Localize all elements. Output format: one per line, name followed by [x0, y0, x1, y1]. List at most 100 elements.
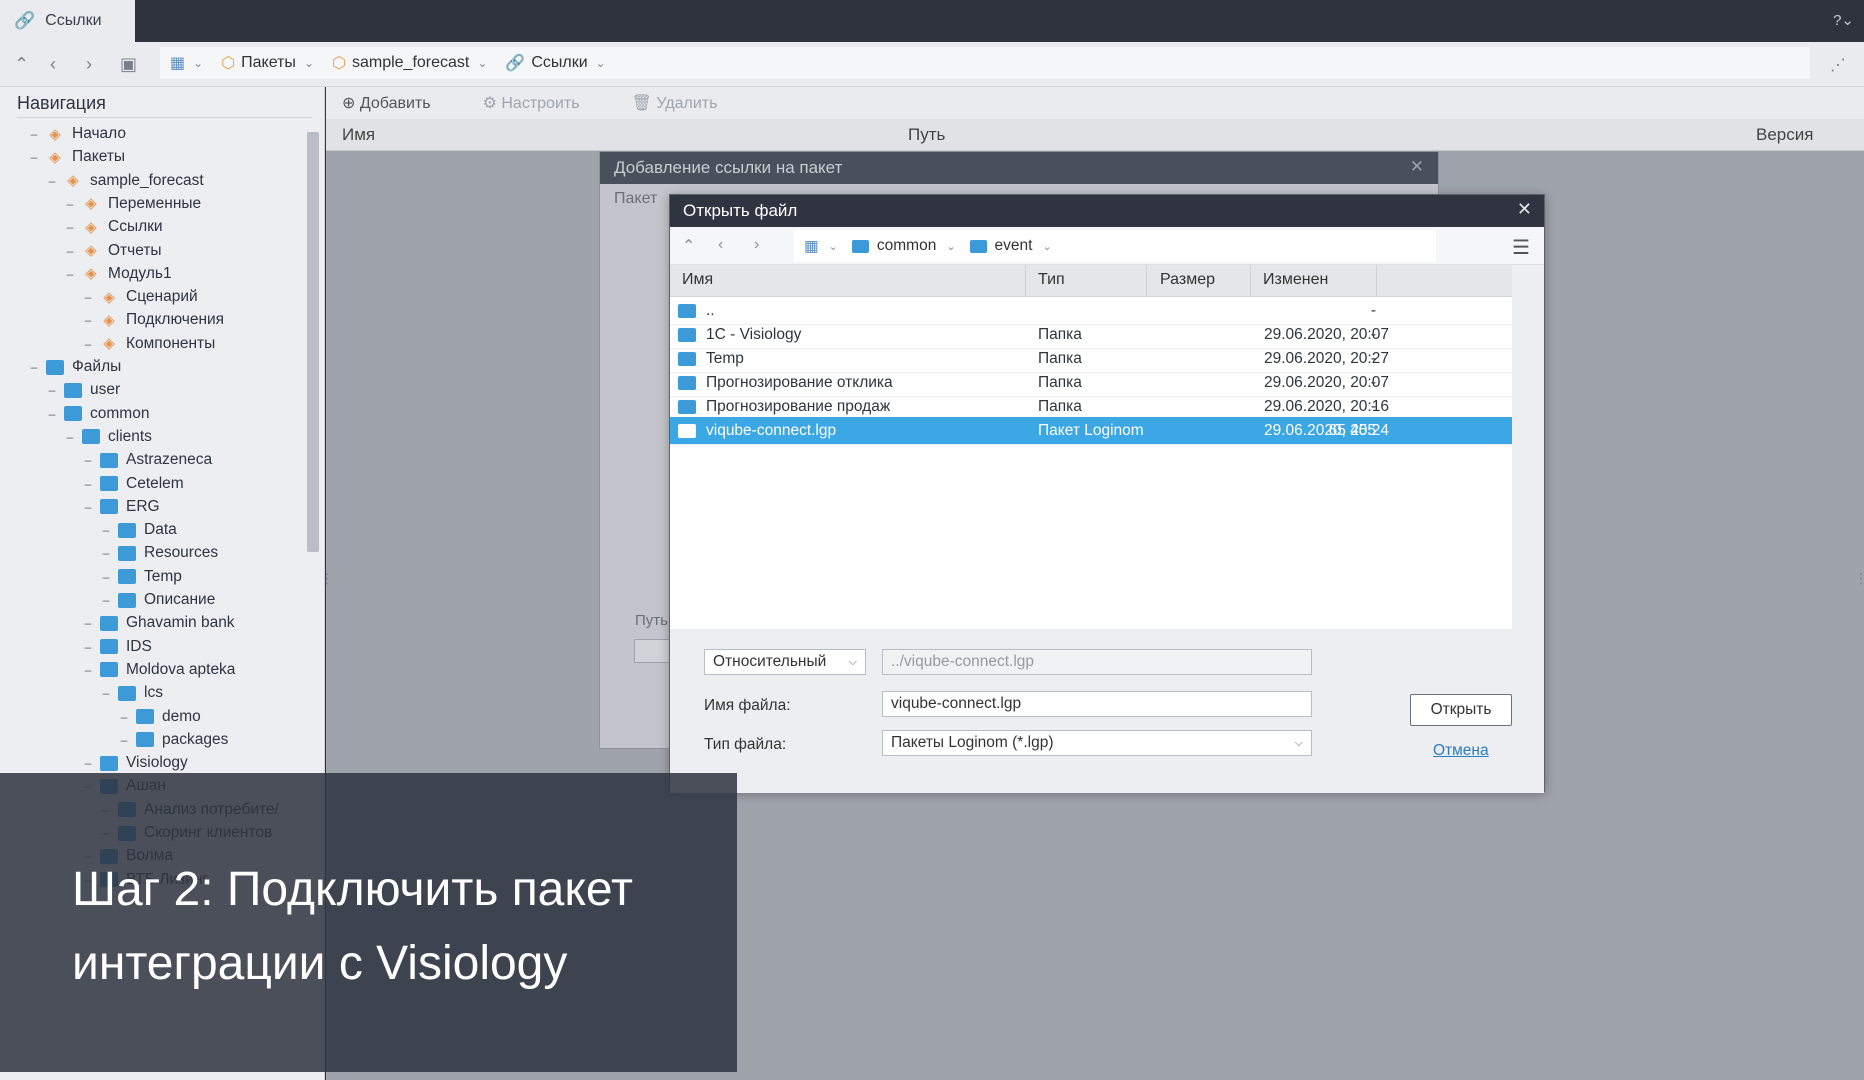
nav-tree-item[interactable]: – ◈ Пакеты	[28, 146, 125, 168]
share-icon[interactable]: ⋰	[1830, 55, 1846, 75]
nav-tree-item[interactable]: – ◈ sample_forecast	[46, 170, 204, 192]
tree-toggle-icon[interactable]: –	[28, 360, 40, 374]
nav-tree-item[interactable]: – Resources	[100, 542, 218, 564]
nav-tree-item[interactable]: – demo	[118, 706, 201, 728]
nav-tree-item[interactable]: – ◈ Модуль1	[64, 263, 172, 285]
crumb-links[interactable]: Ссылки	[531, 54, 587, 72]
up-icon[interactable]: ⌃	[682, 236, 695, 256]
storage-icon[interactable]: ▦	[804, 237, 819, 256]
nav-tree-label: Ghavamin bank	[126, 614, 235, 632]
tree-toggle-icon[interactable]: –	[64, 197, 76, 211]
tree-toggle-icon[interactable]: –	[118, 733, 130, 747]
help-icon[interactable]: ?⌄	[1833, 11, 1854, 29]
nav-tree-item[interactable]: – IDS	[82, 636, 152, 658]
forward-icon[interactable]: ›	[86, 54, 92, 75]
path-mode-select[interactable]: Относительный ⌵	[704, 649, 866, 675]
tree-toggle-icon[interactable]: –	[82, 477, 94, 491]
crumb-packages[interactable]: Пакеты	[241, 54, 296, 72]
cancel-link[interactable]: Отмена	[1433, 742, 1489, 760]
folder-icon	[118, 545, 136, 561]
tree-toggle-icon[interactable]: –	[100, 570, 112, 584]
tree-toggle-icon[interactable]: –	[100, 686, 112, 700]
tree-toggle-icon[interactable]: –	[82, 756, 94, 770]
path-input[interactable]	[634, 639, 674, 663]
configure-button[interactable]: ⚙ Настроить	[483, 93, 606, 113]
tree-toggle-icon[interactable]: –	[82, 500, 94, 514]
crumb-sample-forecast[interactable]: sample_forecast	[352, 54, 469, 72]
col-name[interactable]: Имя	[342, 125, 375, 145]
tree-toggle-icon[interactable]: –	[100, 593, 112, 607]
tree-toggle-icon[interactable]: –	[100, 523, 112, 537]
close-icon[interactable]: ✕	[1410, 157, 1424, 177]
tree-toggle-icon[interactable]: –	[82, 663, 94, 677]
tree-toggle-icon[interactable]: –	[46, 407, 58, 421]
col-version[interactable]: Версия	[1756, 125, 1813, 145]
col-size[interactable]: Размер	[1160, 271, 1215, 289]
close-icon[interactable]: ✕	[1517, 199, 1532, 220]
tree-toggle-icon[interactable]: –	[64, 220, 76, 234]
tree-toggle-icon[interactable]: –	[46, 174, 58, 188]
file-name-input[interactable]: viqube-connect.lgp	[882, 691, 1312, 717]
nav-tree-item[interactable]: – ERG	[82, 496, 160, 518]
nav-tree-item[interactable]: – common	[46, 403, 150, 425]
nav-tree-item[interactable]: – user	[46, 379, 121, 401]
nav-scrollbar[interactable]	[307, 132, 319, 552]
add-button[interactable]: ⊕ Добавить	[342, 93, 457, 113]
col-path[interactable]: Путь	[908, 125, 945, 145]
crumb-event[interactable]: event	[995, 237, 1033, 255]
nav-tree-item[interactable]: – Moldova aptekа	[82, 659, 236, 681]
nav-tree-item[interactable]: – Cetelem	[82, 473, 184, 495]
col-modified[interactable]: Изменен	[1263, 271, 1328, 289]
tab-links[interactable]: 🔗 Ссылки	[0, 0, 135, 42]
file-type-select[interactable]: Пакеты Loginom (*.lgp) ⌵	[882, 730, 1312, 756]
nav-tree-item[interactable]: – Temp	[100, 566, 182, 588]
file-row[interactable]: viqube-connect.lgp Пакет Loginom 65 455 29.…	[670, 417, 1512, 445]
menu-icon[interactable]: ☰	[1512, 235, 1530, 260]
nav-tree-item[interactable]: – ◈ Сценарий	[82, 286, 198, 308]
nav-tree-item[interactable]: – packages	[118, 729, 229, 751]
nav-tree-label: Astrazeneca	[126, 451, 213, 469]
workspace-icon[interactable]: ▦	[170, 53, 185, 73]
nav-tree-item[interactable]: – Visiology	[82, 752, 188, 774]
tree-toggle-icon[interactable]: –	[64, 430, 76, 444]
tree-toggle-icon[interactable]: –	[118, 710, 130, 724]
back-icon[interactable]: ‹	[718, 236, 723, 254]
nav-tree-item[interactable]: – Astrazeneca	[82, 449, 213, 471]
nav-tree-item[interactable]: – Описание	[100, 589, 216, 611]
tree-toggle-icon[interactable]: –	[64, 244, 76, 258]
nav-tree-item[interactable]: – clients	[64, 426, 152, 448]
tree-toggle-icon[interactable]: –	[82, 290, 94, 304]
nav-tree-item[interactable]: – ◈ Отчеты	[64, 240, 162, 262]
nav-tree-item[interactable]: – Ghavamin bank	[82, 612, 235, 634]
nav-tree-item[interactable]: – Data	[100, 519, 177, 541]
folder-icon	[64, 406, 82, 422]
tree-toggle-icon[interactable]: –	[82, 453, 94, 467]
tree-toggle-icon[interactable]: –	[82, 337, 94, 351]
tree-toggle-icon[interactable]: –	[64, 267, 76, 281]
nav-tree-item[interactable]: – lcs	[100, 682, 163, 704]
tree-toggle-icon[interactable]: –	[82, 313, 94, 327]
nav-tree-item[interactable]: – ◈ Ссылки	[64, 216, 163, 238]
save-icon[interactable]: ▣	[120, 54, 137, 75]
col-type[interactable]: Тип	[1038, 271, 1065, 289]
open-button[interactable]: Открыть	[1410, 694, 1512, 726]
tree-toggle-icon[interactable]: –	[82, 616, 94, 630]
tree-toggle-icon[interactable]: –	[46, 383, 58, 397]
nav-tree-item[interactable]: – ◈ Компоненты	[82, 333, 216, 355]
up-icon[interactable]: ⌃	[14, 54, 29, 75]
tree-toggle-icon[interactable]: –	[28, 150, 40, 164]
nav-tree-item[interactable]: – Файлы	[28, 356, 122, 378]
nav-tree-item[interactable]: – ◈ Подключения	[82, 309, 224, 331]
col-name[interactable]: Имя	[682, 271, 713, 289]
resize-handle[interactable]: ⋮	[1854, 570, 1864, 587]
tree-toggle-icon[interactable]: –	[28, 127, 40, 141]
forward-icon[interactable]: ›	[754, 236, 759, 254]
delete-button[interactable]: 🗑 Удалить	[632, 93, 744, 113]
nav-tree-item[interactable]: – ◈ Начало	[28, 123, 126, 145]
back-icon[interactable]: ‹	[50, 54, 56, 75]
tree-toggle-icon[interactable]: –	[100, 546, 112, 560]
tree-toggle-icon[interactable]: –	[82, 640, 94, 654]
nav-tree-item[interactable]: – ◈ Переменные	[64, 193, 202, 215]
crumb-common[interactable]: common	[877, 237, 936, 255]
resize-handle[interactable]: ⋮	[320, 570, 334, 587]
